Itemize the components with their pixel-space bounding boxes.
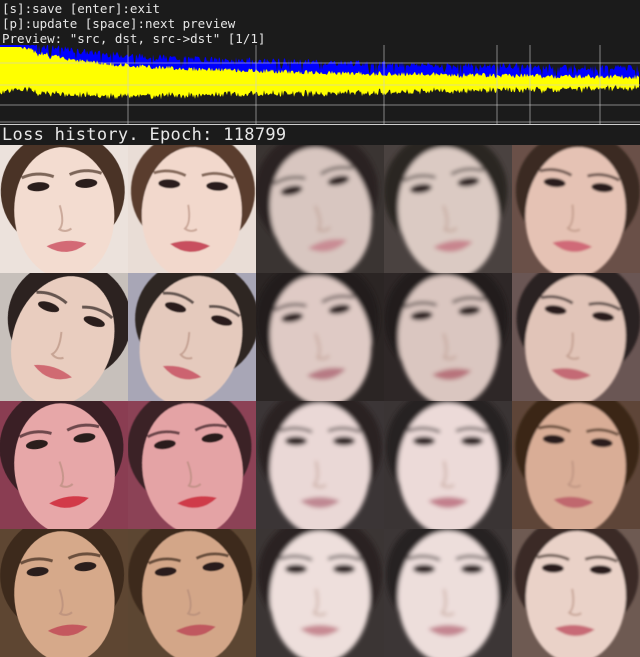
preview-src-face-r2 <box>128 273 256 401</box>
preview-dst-face-r3 <box>256 401 384 529</box>
preview-src-to-dst-face-r3 <box>512 401 640 529</box>
loss-history-chart <box>0 45 640 125</box>
preview-src-face-r2 <box>0 273 128 401</box>
face-image <box>256 529 384 657</box>
preview-src-to-dst-face-r1 <box>512 145 640 273</box>
preview-src-to-dst-face-r2 <box>512 273 640 401</box>
face-image <box>256 401 384 529</box>
loss-history-plot <box>0 45 640 125</box>
face-image <box>512 145 640 273</box>
loss-history-title: Loss history. Epoch: 118799 <box>2 125 287 145</box>
preview-src-face-r1 <box>128 145 256 273</box>
face-image <box>384 401 512 529</box>
face-image <box>128 529 256 657</box>
face-image <box>128 145 256 273</box>
face-image <box>0 145 128 273</box>
preview-src-face-r4 <box>128 529 256 657</box>
help-panel: [s]:save [enter]:exit [p]:update [space]… <box>0 0 640 46</box>
face-image <box>128 273 256 401</box>
preview-src-face-r3 <box>0 401 128 529</box>
face-image <box>256 273 384 401</box>
preview-caption: Preview: "src, dst, src->dst" [1/1] <box>2 31 266 46</box>
preview-dst-face-r1 <box>384 145 512 273</box>
face-image <box>0 273 128 401</box>
face-image <box>384 145 512 273</box>
preview-src-face-r3 <box>128 401 256 529</box>
preview-src-to-dst-face-r4 <box>512 529 640 657</box>
preview-dst-face-r1 <box>256 145 384 273</box>
preview-dst-face-r2 <box>256 273 384 401</box>
face-image <box>128 401 256 529</box>
face-image <box>384 529 512 657</box>
face-image <box>512 273 640 401</box>
face-image <box>512 401 640 529</box>
face-image <box>0 529 128 657</box>
loss-history-label: Loss history. Epoch: 118799 <box>0 125 640 145</box>
help-update-next-text: [p]:update [space]:next preview <box>2 16 236 31</box>
preview-dst-face-r2 <box>384 273 512 401</box>
preview-dst-face-r4 <box>384 529 512 657</box>
preview-src-face-r4 <box>0 529 128 657</box>
face-image <box>256 145 384 273</box>
face-image <box>512 529 640 657</box>
preview-grid <box>0 145 640 657</box>
preview-dst-face-r4 <box>256 529 384 657</box>
preview-dst-face-r3 <box>384 401 512 529</box>
preview-src-face-r1 <box>0 145 128 273</box>
face-image <box>0 401 128 529</box>
face-image <box>384 273 512 401</box>
help-save-exit-text: [s]:save [enter]:exit <box>2 1 161 16</box>
